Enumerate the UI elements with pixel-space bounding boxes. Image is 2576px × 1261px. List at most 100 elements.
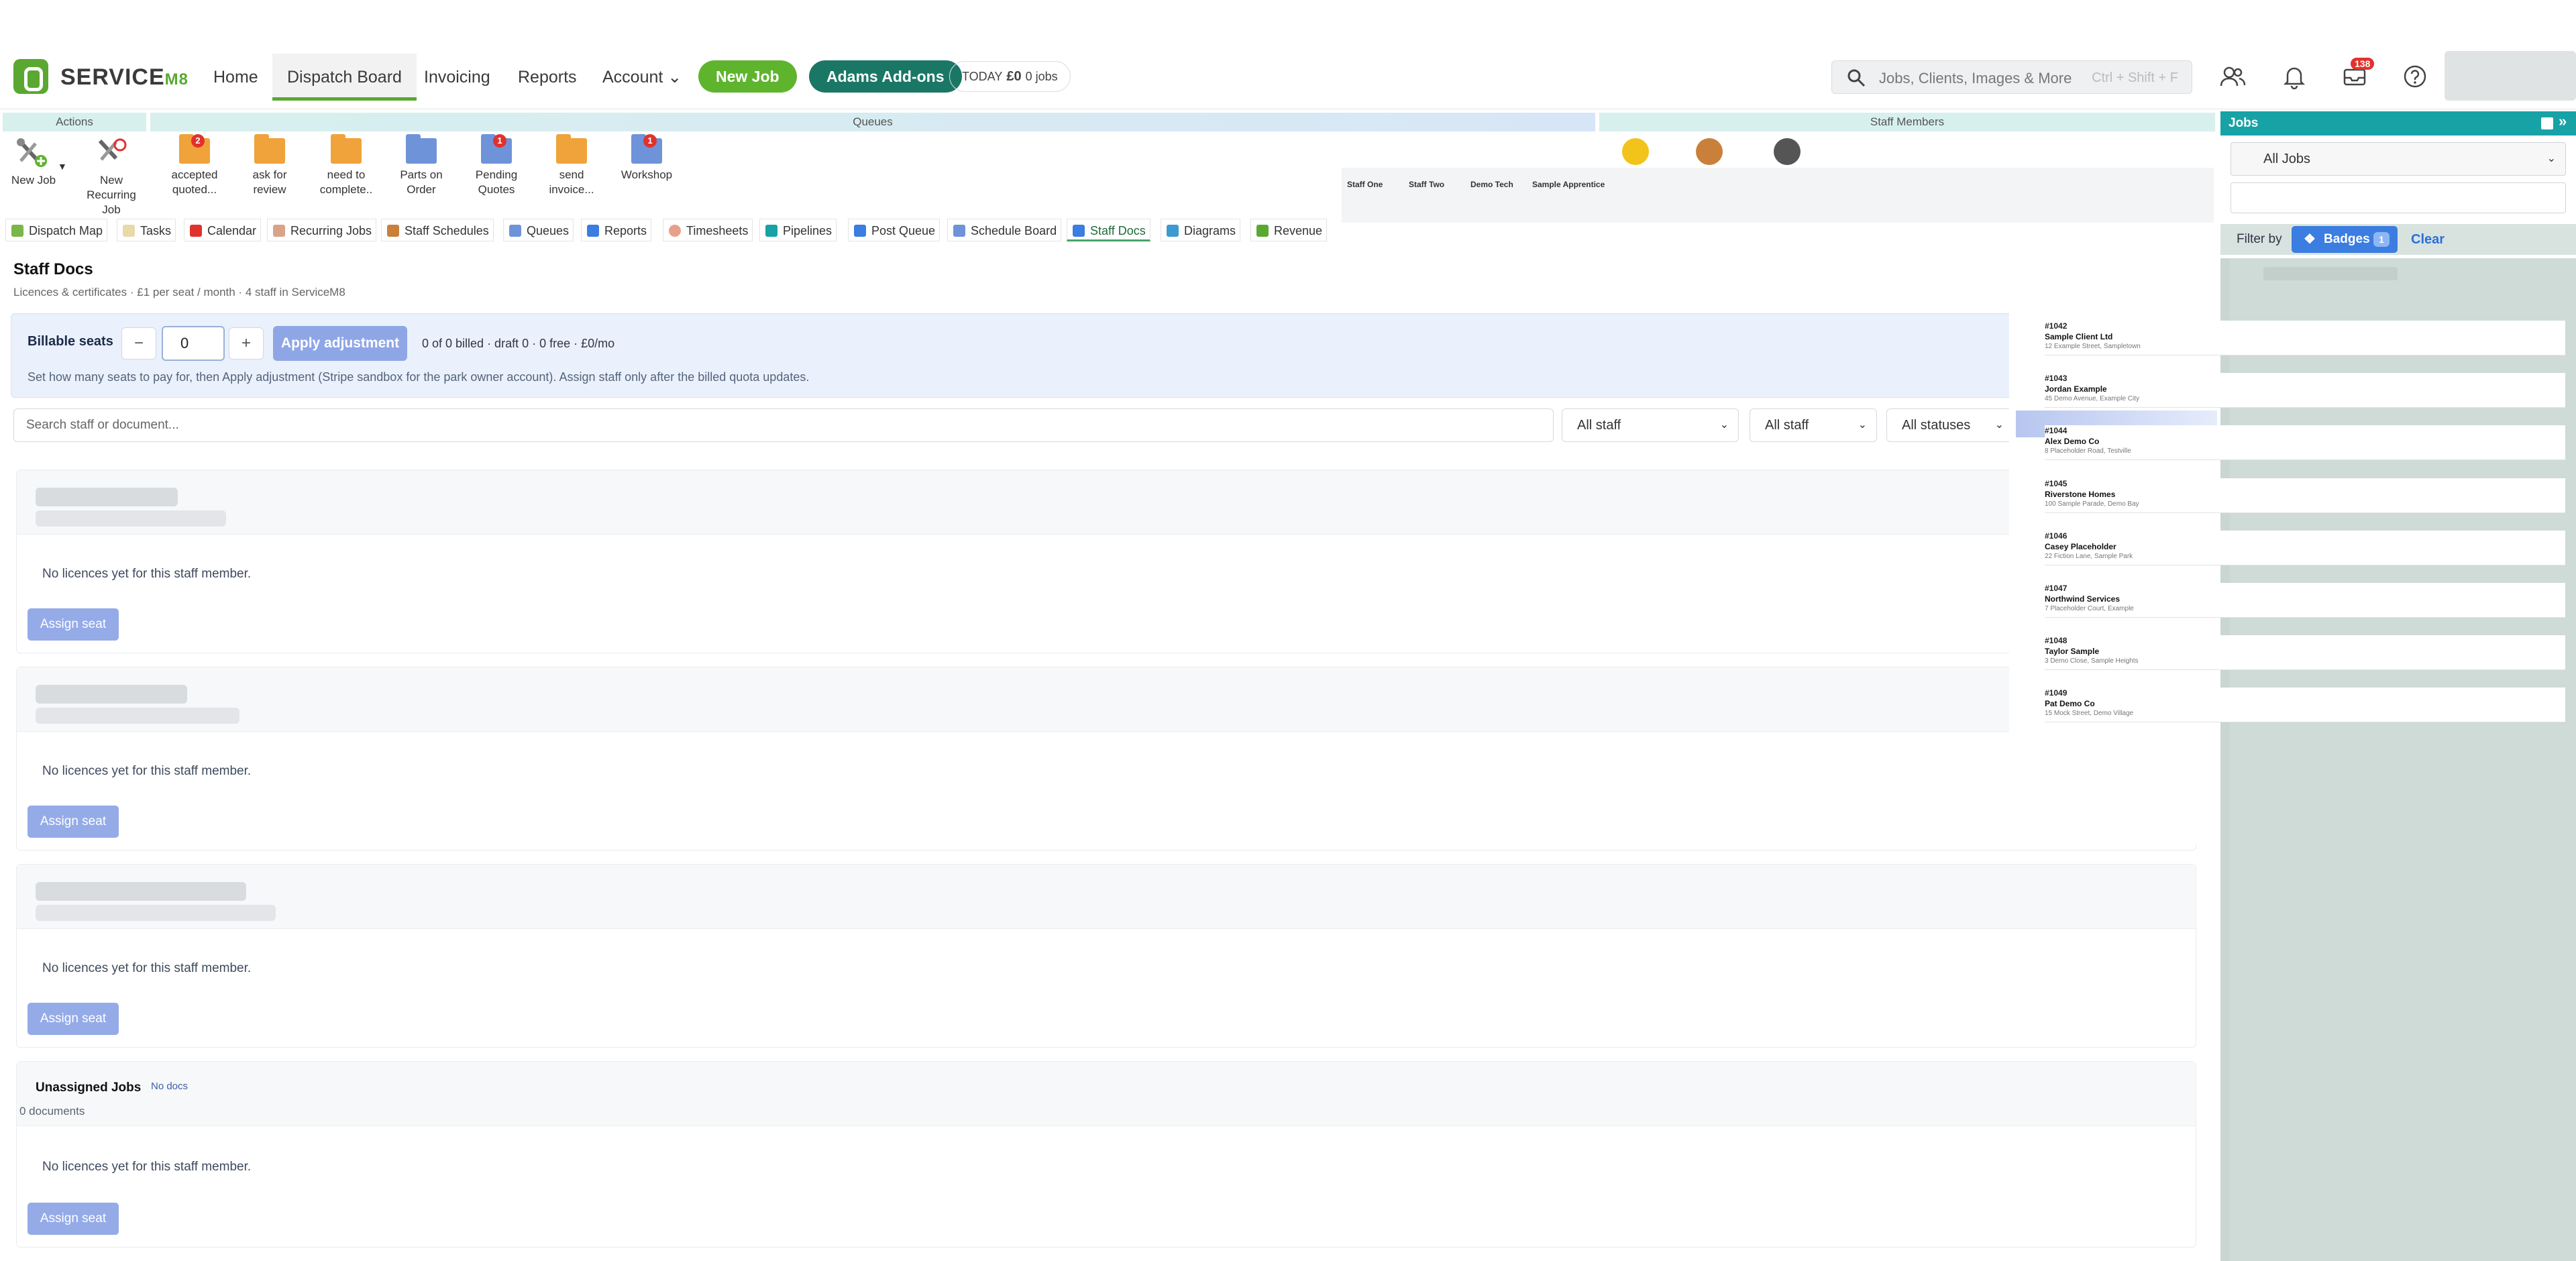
tab-label: Reports: [604, 224, 647, 237]
tab-label: Diagrams: [1184, 224, 1236, 237]
staff-filter-select[interactable]: All staff ⌄: [1562, 408, 1739, 442]
tab-pipelines[interactable]: Pipelines: [759, 219, 837, 241]
staff-name[interactable]: Sample Apprentice: [1532, 180, 1605, 189]
staff-doc-search-input[interactable]: Search staff or document...: [13, 408, 1554, 442]
queue-accepted-quoted[interactable]: 2 accepted quoted...: [164, 134, 225, 197]
help-icon[interactable]: [2402, 63, 2428, 90]
tab-label: Staff Docs: [1090, 224, 1146, 237]
queue-badge: 1: [643, 134, 657, 148]
staff-name-placeholder: [36, 488, 178, 506]
staff-name[interactable]: Staff One: [1347, 180, 1383, 189]
queue-pending-quotes[interactable]: 1 Pending Quotes: [466, 134, 527, 197]
job-client: Taylor Sample: [2045, 647, 2100, 656]
tab-revenue[interactable]: Revenue: [1250, 219, 1328, 241]
tab-calendar[interactable]: Calendar: [184, 219, 262, 241]
billable-seats-bar: Billable seats − 0 + Apply adjustment 0 …: [11, 313, 2194, 398]
tab-tasks[interactable]: Tasks: [117, 219, 176, 241]
staff-avatar-icon[interactable]: [1622, 138, 1649, 165]
tab-queues[interactable]: Queues: [503, 219, 574, 241]
job-row[interactable]: #1049 Pat Demo Co 15 Mock Street, Demo Vil…: [2045, 688, 2565, 722]
nav-account[interactable]: Account ⌄: [588, 54, 696, 101]
tab-staff-schedules[interactable]: Staff Schedules: [381, 219, 494, 241]
job-row[interactable]: #1042 Sample Client Ltd 12 Example Street,…: [2045, 321, 2565, 355]
folder-icon: [406, 134, 437, 164]
brand-suffix: M8: [164, 70, 189, 89]
actions-panel-title: Actions: [3, 113, 146, 131]
seats-decrement-button[interactable]: −: [121, 327, 156, 360]
badges-filter-button[interactable]: ❖ Badges 1: [2292, 226, 2398, 253]
global-search[interactable]: Jobs, Clients, Images & More Ctrl + Shif…: [1831, 60, 2192, 94]
queue-ask-for-review[interactable]: ask for review: [239, 134, 301, 197]
queue-workshop[interactable]: 1 Workshop: [616, 134, 678, 182]
nav-invoicing[interactable]: Invoicing: [409, 54, 505, 101]
chevron-down-icon: ⌄: [1858, 419, 1867, 431]
queue-need-to-complete[interactable]: need to complete..: [315, 134, 377, 197]
tag-icon: ❖: [2304, 232, 2316, 247]
queues-panel-title: Queues: [150, 113, 1595, 131]
nav-dispatch-board[interactable]: Dispatch Board: [272, 54, 417, 101]
tab-staff-docs[interactable]: Staff Docs: [1067, 219, 1150, 241]
job-client: Pat Demo Co: [2045, 699, 2095, 708]
job-number: #1042: [2045, 321, 2068, 331]
tab-label: Pipelines: [783, 224, 833, 237]
tab-label: Revenue: [1274, 224, 1323, 237]
tab-dispatch-map[interactable]: Dispatch Map: [5, 219, 108, 241]
job-row[interactable]: #1048 Taylor Sample 3 Demo Close, Sample H…: [2045, 635, 2565, 670]
seats-increment-button[interactable]: +: [229, 327, 264, 360]
assign-seat-button[interactable]: Assign seat: [28, 1003, 119, 1035]
tab-recurring-jobs[interactable]: Recurring Jobs: [267, 219, 377, 241]
jobs-select-value: All Jobs: [2263, 152, 2311, 166]
tab-post-queue[interactable]: Post Queue: [848, 219, 941, 241]
tab-timesheets[interactable]: Timesheets: [663, 219, 753, 241]
job-address: 15 Mock Street, Demo Village: [2045, 710, 2134, 717]
job-row[interactable]: #1046 Casey Placeholder 22 Fiction Lane, S…: [2045, 531, 2565, 565]
today-summary[interactable]: TODAY £0 0 jobs: [949, 61, 1071, 92]
staff-avatar-icon[interactable]: [1774, 138, 1801, 165]
tab-reports[interactable]: Reports: [581, 219, 652, 241]
new-recurring-job-action[interactable]: New Recurring Job: [78, 138, 145, 217]
assign-seat-button[interactable]: Assign seat: [28, 1203, 119, 1235]
job-row[interactable]: #1047 Northwind Services 7 Placeholder Cou…: [2045, 583, 2565, 618]
brand-logo[interactable]: SERVICEM8: [60, 64, 189, 91]
billable-seats-label: Billable seats: [28, 334, 113, 349]
tab-schedule-board[interactable]: Schedule Board: [947, 219, 1062, 241]
job-row[interactable]: #1044 Alex Demo Co 8 Placeholder Road, Tes…: [2045, 425, 2565, 460]
tab-diagrams[interactable]: Diagrams: [1161, 219, 1241, 241]
staff-filter-select-2[interactable]: All staff ⌄: [1750, 408, 1877, 442]
job-address: 12 Example Street, Sampletown: [2045, 343, 2141, 350]
job-number: #1046: [2045, 531, 2068, 541]
assign-seat-button[interactable]: Assign seat: [28, 608, 119, 641]
nav-reports[interactable]: Reports: [503, 54, 592, 101]
unassigned-card: Unassigned Jobs No docs 0 documents No l…: [16, 1061, 2196, 1248]
jobs-select[interactable]: All Jobs ⌄: [2231, 142, 2566, 176]
people-icon[interactable]: [2219, 63, 2246, 90]
addons-button[interactable]: Adams Add-ons: [809, 60, 962, 93]
collapse-icon[interactable]: »: [2559, 113, 2567, 130]
staff-name[interactable]: Demo Tech: [1470, 180, 1513, 189]
queue-send-invoice[interactable]: send invoice...: [541, 134, 602, 197]
assign-seat-button[interactable]: Assign seat: [28, 806, 119, 838]
bell-icon[interactable]: [2281, 63, 2308, 90]
staff-strip: [1342, 168, 2214, 223]
nav-home[interactable]: Home: [199, 54, 273, 101]
status-filter-select[interactable]: All statuses ⌄: [1886, 408, 2014, 442]
new-job-action[interactable]: New Job: [3, 138, 64, 188]
job-client: Sample Client Ltd: [2045, 332, 2113, 341]
seats-input[interactable]: 0: [162, 326, 225, 361]
jobs-search-input[interactable]: [2231, 182, 2566, 213]
apply-adjustment-button[interactable]: Apply adjustment: [273, 326, 407, 361]
clear-filter-link[interactable]: Clear: [2411, 232, 2445, 248]
staff-avatar-icon[interactable]: [1696, 138, 1723, 165]
job-row[interactable]: #1043 Jordan Example 45 Demo Avenue, Examp…: [2045, 373, 2565, 408]
new-job-dropdown-arrow[interactable]: ▼: [58, 161, 67, 172]
checkbox-icon[interactable]: [2541, 117, 2553, 129]
servicem8-logo-icon[interactable]: [13, 59, 48, 94]
staff-name[interactable]: Staff Two: [1409, 180, 1444, 189]
queue-parts-on-order[interactable]: Parts on Order: [390, 134, 452, 197]
staff-filter-value: All staff: [1577, 418, 1621, 433]
new-job-button[interactable]: New Job: [698, 60, 797, 93]
job-row[interactable]: #1045 Riverstone Homes 100 Sample Parade, …: [2045, 478, 2565, 513]
unassigned-badge: No docs: [151, 1081, 189, 1092]
folder-icon: [556, 134, 587, 164]
user-menu[interactable]: [2445, 51, 2576, 101]
